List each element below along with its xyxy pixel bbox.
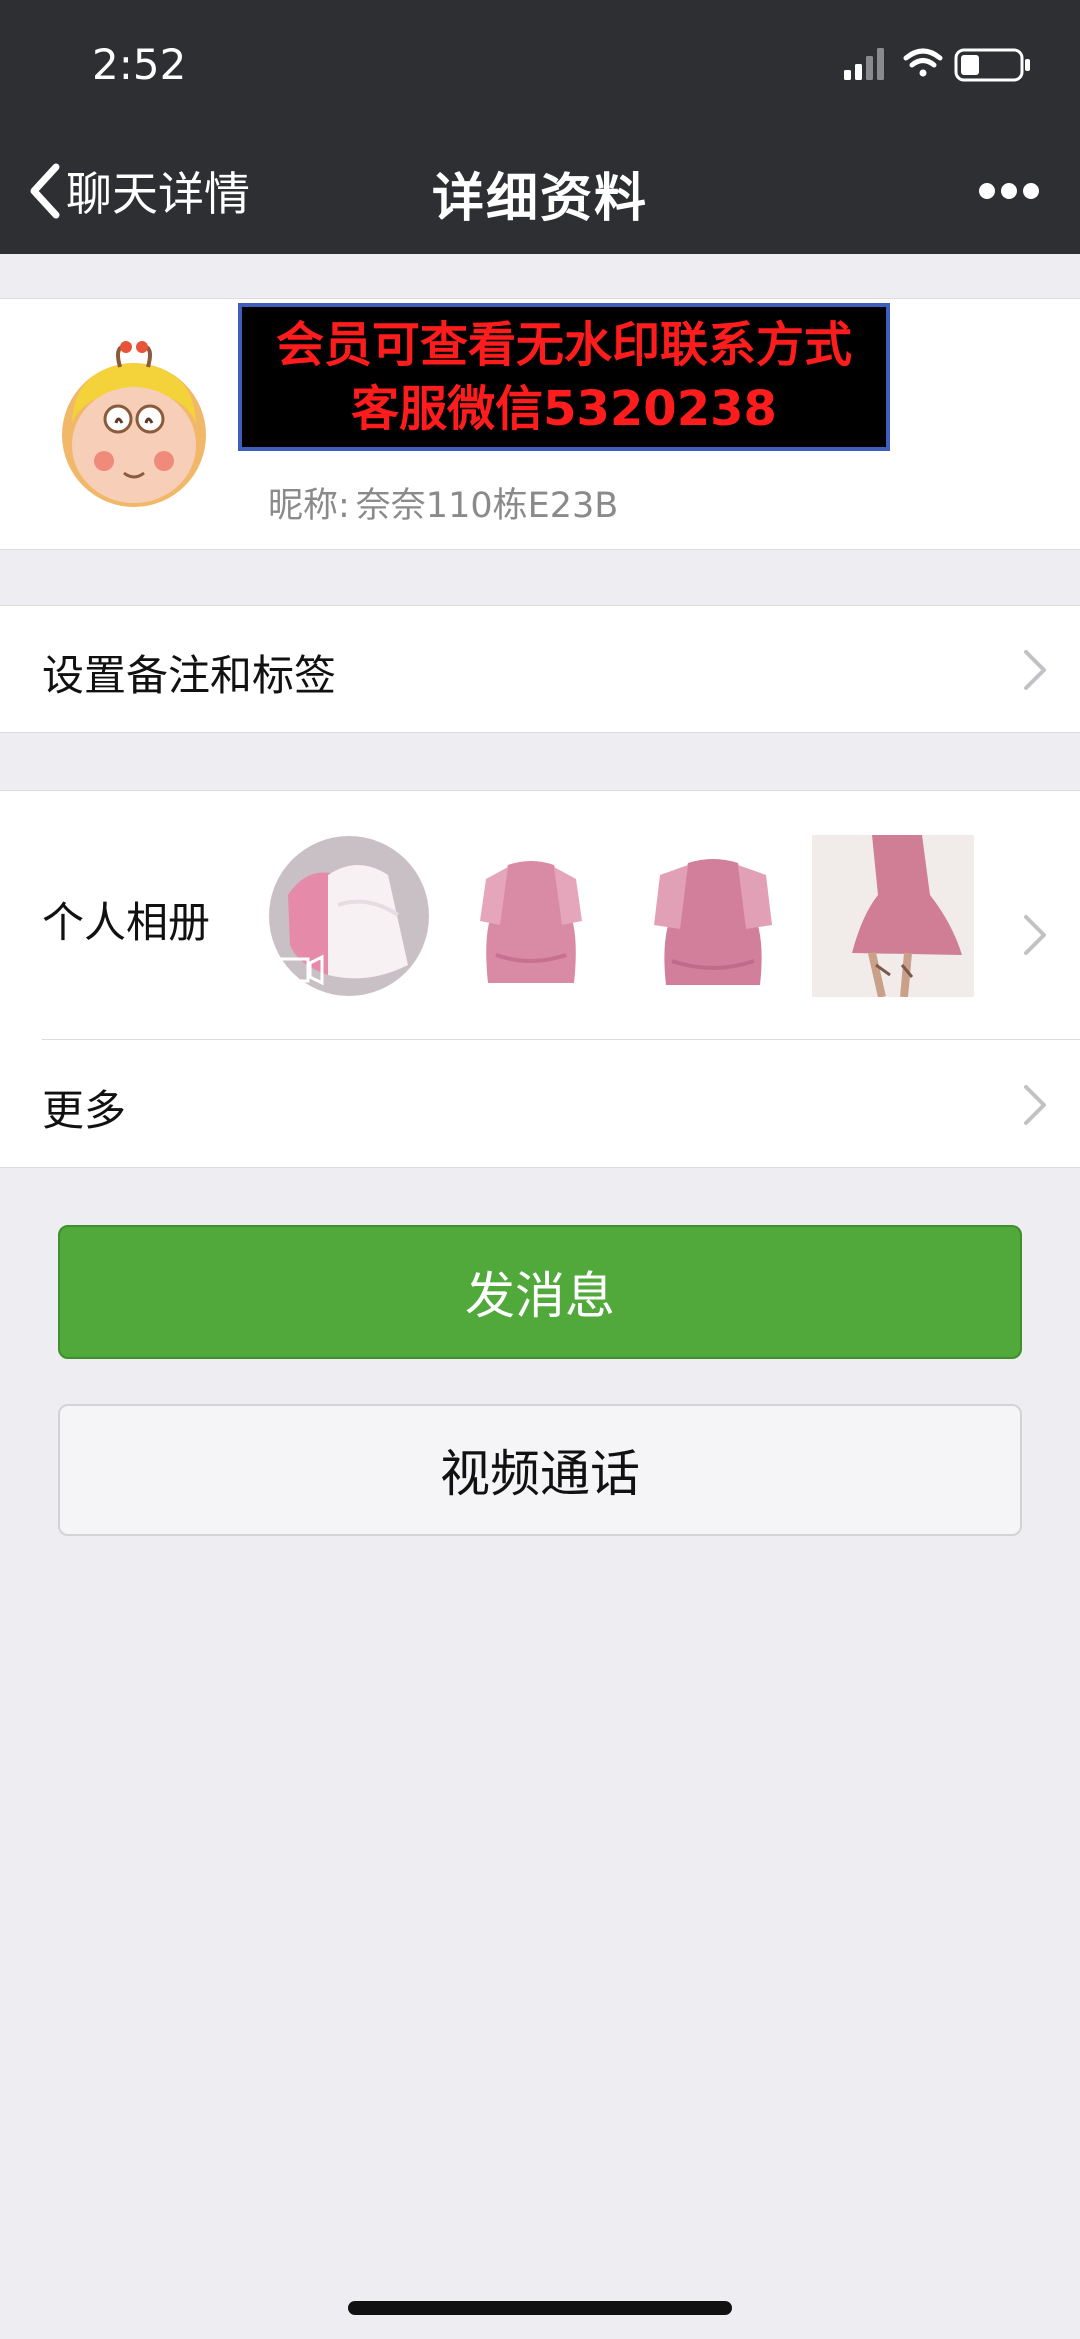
watermark-line-1: 会员可查看无水印联系方式 — [275, 317, 852, 373]
battery-icon — [954, 48, 1030, 82]
avatar[interactable] — [34, 323, 234, 523]
home-indicator — [348, 2301, 732, 2315]
more-options-icon[interactable] — [978, 182, 1040, 200]
video-call-button[interactable]: 视频通话 — [58, 1404, 1022, 1536]
header-bar: 2:52 聊天详情 详细资料 — [0, 0, 1080, 254]
watermark-line-2: 客服微信5320238 — [351, 381, 777, 437]
chevron-right-icon — [1024, 1085, 1046, 1125]
album-thumbnail-2[interactable] — [450, 835, 612, 997]
album-section: 个人相册 更多 — [0, 790, 1080, 1168]
nickname-value: 奈奈110栋E23B — [355, 486, 619, 526]
nickname: 昵称: 奈奈110栋E23B — [268, 477, 618, 528]
page-title: 详细资料 — [431, 169, 648, 229]
watermark-banner: 会员可查看无水印联系方式 客服微信5320238 — [238, 303, 890, 451]
wifi-icon — [903, 48, 943, 77]
album-thumbnail-1[interactable] — [268, 835, 430, 997]
album-thumbnail-4[interactable] — [812, 835, 974, 997]
send-message-button[interactable]: 发消息 — [58, 1225, 1022, 1359]
set-remark-row[interactable]: 设置备注和标签 — [0, 605, 1080, 733]
status-time: 2:52 — [92, 40, 187, 89]
set-remark-label: 设置备注和标签 — [42, 651, 337, 700]
album-thumbnail-3[interactable] — [632, 835, 794, 997]
signal-icon — [844, 48, 884, 80]
chevron-right-icon — [1024, 650, 1046, 690]
nickname-label: 昵称: — [268, 486, 350, 526]
personal-album-label: 个人相册 — [42, 898, 211, 947]
profile-card: 会员可查看无水印联系方式 客服微信5320238 昵称: 奈奈110栋E23B — [0, 298, 1080, 550]
chevron-right-icon — [1024, 915, 1046, 955]
more-label: 更多 — [42, 1086, 127, 1135]
status-icons — [844, 48, 1030, 82]
divider — [42, 1039, 1080, 1040]
